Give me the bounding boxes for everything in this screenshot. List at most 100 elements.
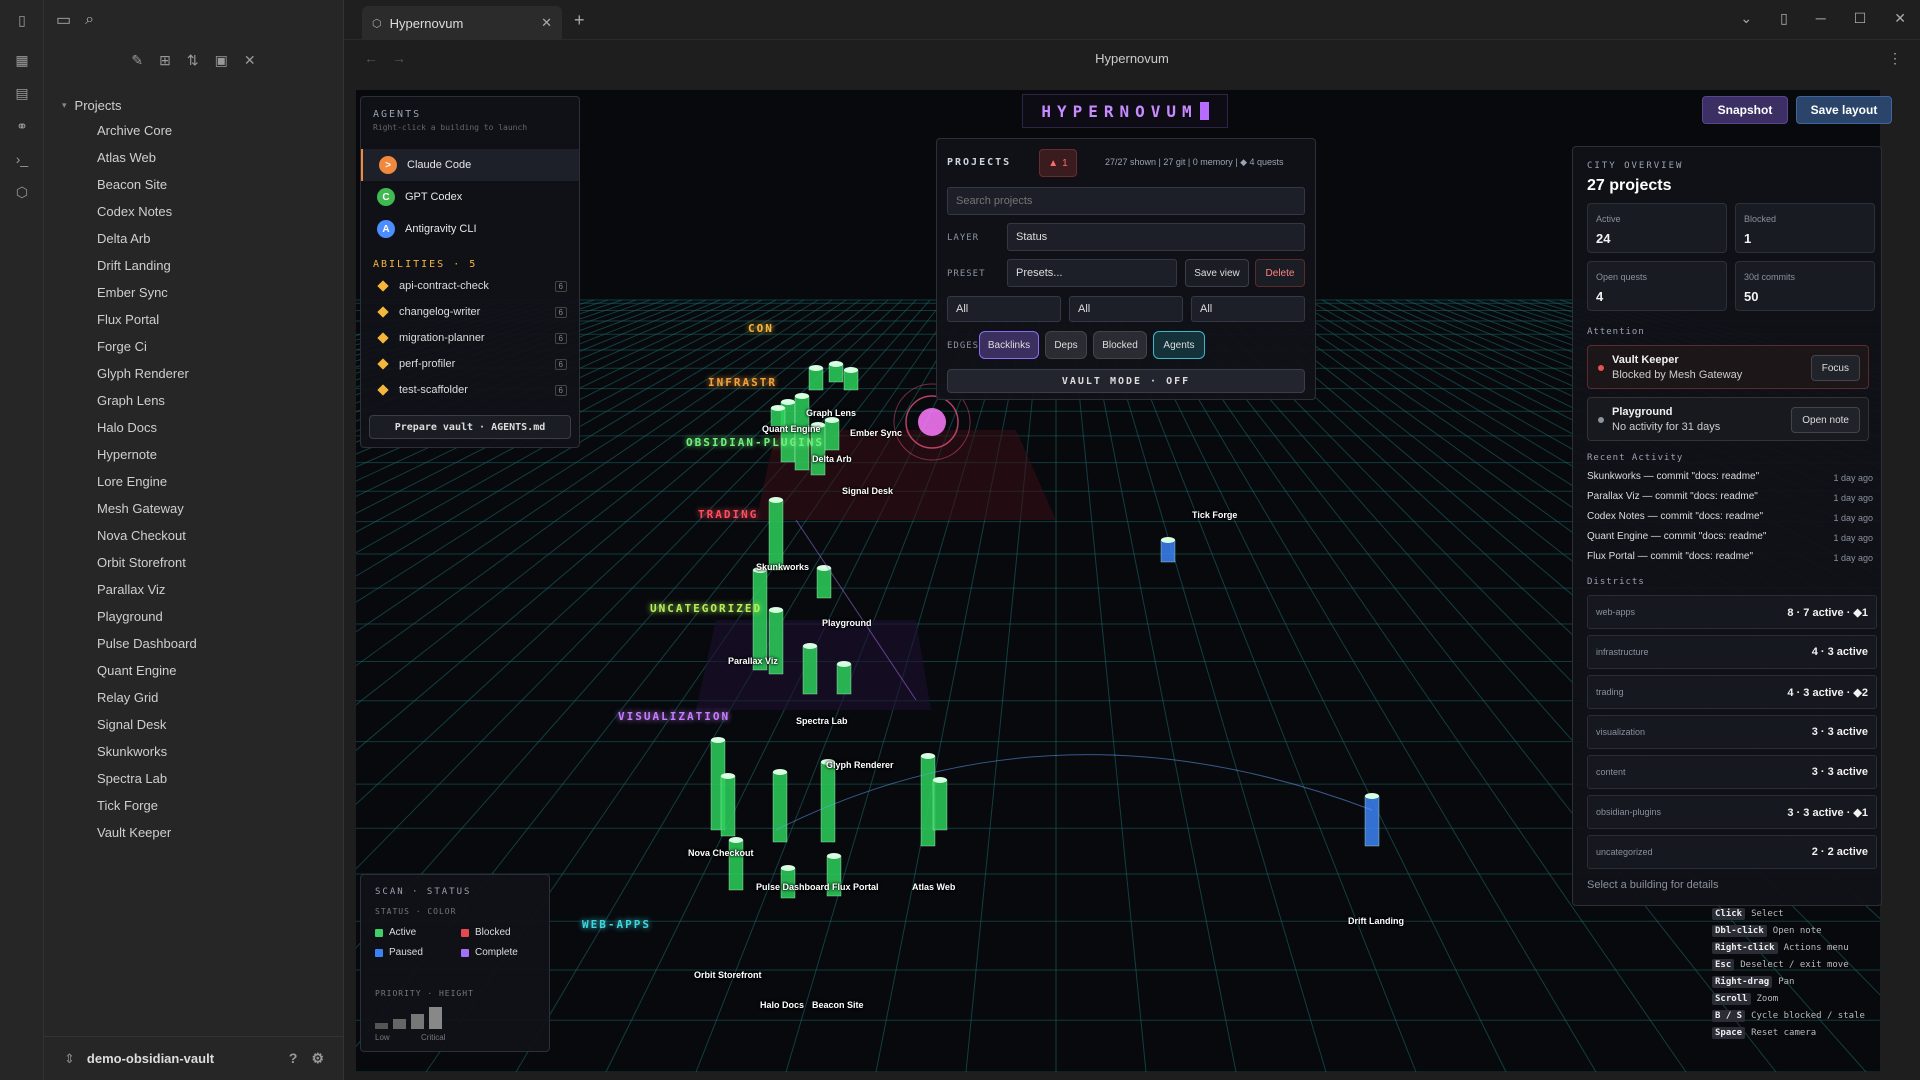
- gear-icon[interactable]: ⚙: [311, 1050, 324, 1067]
- cube-icon[interactable]: ⬡: [12, 182, 32, 202]
- sidebar-item[interactable]: Codex Notes: [97, 198, 337, 225]
- filter-select-2[interactable]: All: [1069, 296, 1183, 322]
- ability-item[interactable]: test-scaffolder 6: [361, 377, 579, 403]
- folder-projects[interactable]: ▾ Projects: [62, 98, 343, 113]
- district-row[interactable]: uncategorized 2 · 2 active: [1587, 835, 1877, 869]
- graph-icon[interactable]: ⚭: [12, 116, 32, 136]
- terminal-icon[interactable]: ›_: [12, 149, 32, 169]
- activity-item[interactable]: Quant Engine — commit "docs: readme" 1 da…: [1587, 531, 1877, 551]
- preset-select[interactable]: Presets...: [1007, 259, 1177, 287]
- edge-deps-toggle[interactable]: Deps: [1045, 331, 1087, 359]
- sidebar-item[interactable]: Archive Core: [97, 117, 337, 144]
- agent-item[interactable]: > Claude Code: [361, 149, 579, 181]
- building[interactable]: [802, 643, 818, 695]
- tab-close-icon[interactable]: ✕: [541, 15, 552, 31]
- district-row[interactable]: infrastructure 4 · 3 active: [1587, 635, 1877, 669]
- sidebar-item[interactable]: Pulse Dashboard: [97, 630, 337, 657]
- ability-item[interactable]: perf-profiler 6: [361, 351, 579, 377]
- layout-icon[interactable]: ▯: [1780, 10, 1788, 27]
- building-label[interactable]: Glyph Renderer: [826, 760, 894, 770]
- agent-item[interactable]: A Antigravity CLI: [361, 213, 579, 245]
- building[interactable]: [770, 405, 786, 427]
- vault-switcher[interactable]: ⇕ demo-obsidian-vault ? ⚙: [44, 1036, 344, 1080]
- sidebar-item[interactable]: Delta Arb: [97, 225, 337, 252]
- district-row[interactable]: obsidian-plugins 3 · 3 active · ◆1: [1587, 795, 1877, 829]
- sidebar-item[interactable]: Forge Ci: [97, 333, 337, 360]
- building-label[interactable]: Signal Desk: [842, 486, 893, 496]
- building-label[interactable]: Spectra Lab: [796, 716, 848, 726]
- building[interactable]: [828, 361, 844, 383]
- building-label[interactable]: Atlas Web: [912, 882, 955, 892]
- open-note-button[interactable]: Open note: [1791, 407, 1860, 433]
- building-label[interactable]: Quant Engine: [762, 424, 821, 434]
- alert-badge[interactable]: ▲ 1: [1039, 149, 1077, 177]
- building-label[interactable]: Pulse Dashboard: [756, 882, 830, 892]
- building-label[interactable]: Halo Docs: [760, 1000, 804, 1010]
- building[interactable]: [752, 567, 768, 671]
- new-folder-icon[interactable]: ⊞: [159, 52, 171, 69]
- sidebar-item[interactable]: Flux Portal: [97, 306, 337, 333]
- sidebar-item[interactable]: Drift Landing: [97, 252, 337, 279]
- snapshot-button[interactable]: Snapshot: [1702, 96, 1788, 124]
- activity-item[interactable]: Skunkworks — commit "docs: readme" 1 day …: [1587, 471, 1877, 491]
- district-row[interactable]: content 3 · 3 active: [1587, 755, 1877, 789]
- building[interactable]: [836, 661, 852, 695]
- search-projects-input[interactable]: [947, 187, 1305, 215]
- building-label[interactable]: Nova Checkout: [688, 848, 754, 858]
- building[interactable]: [768, 497, 784, 571]
- building-label[interactable]: Ember Sync: [850, 428, 902, 438]
- building-label[interactable]: Skunkworks: [756, 562, 809, 572]
- building-label[interactable]: Flux Portal: [832, 882, 879, 892]
- building-label[interactable]: Playground: [822, 618, 872, 628]
- building-label[interactable]: Orbit Storefront: [694, 970, 762, 980]
- activity-item[interactable]: Parallax Viz — commit "docs: readme" 1 da…: [1587, 491, 1877, 511]
- save-layout-button[interactable]: Save layout: [1796, 96, 1892, 124]
- filter-select-3[interactable]: All: [1191, 296, 1305, 322]
- district-row[interactable]: web-apps 8 · 7 active · ◆1: [1587, 595, 1877, 629]
- ability-item[interactable]: migration-planner 6: [361, 325, 579, 351]
- sidebar-item[interactable]: Spectra Lab: [97, 765, 337, 792]
- building-label[interactable]: Parallax Viz: [728, 656, 778, 666]
- sort-icon[interactable]: ⇅: [187, 52, 199, 69]
- ability-item[interactable]: api-contract-check 6: [361, 273, 579, 299]
- sidebar-item[interactable]: Relay Grid: [97, 684, 337, 711]
- filter-select-1[interactable]: All: [947, 296, 1061, 322]
- prepare-vault-button[interactable]: Prepare vault · AGENTS.md: [369, 415, 571, 439]
- sidebar-item[interactable]: Signal Desk: [97, 711, 337, 738]
- building[interactable]: [772, 769, 788, 843]
- attention-item[interactable]: Playground No activity for 31 days Open no…: [1587, 397, 1869, 441]
- sidebar-item[interactable]: Quant Engine: [97, 657, 337, 684]
- delete-button[interactable]: Delete: [1255, 259, 1305, 287]
- ability-item[interactable]: changelog-writer 6: [361, 299, 579, 325]
- sidebar-item[interactable]: Parallax Viz: [97, 576, 337, 603]
- edge-agents-toggle[interactable]: Agents: [1153, 331, 1205, 359]
- sidebar-item[interactable]: Graph Lens: [97, 387, 337, 414]
- more-options-icon[interactable]: ⋮: [1888, 50, 1902, 67]
- agent-item[interactable]: C GPT Codex: [361, 181, 579, 213]
- sidebar-item[interactable]: Beacon Site: [97, 171, 337, 198]
- sidebar-item[interactable]: Nova Checkout: [97, 522, 337, 549]
- window-close-icon[interactable]: ✕: [1894, 10, 1906, 27]
- district-row[interactable]: trading 4 · 3 active · ◆2: [1587, 675, 1877, 709]
- new-note-icon[interactable]: ✎: [131, 52, 143, 69]
- search-icon[interactable]: ⌕: [85, 11, 94, 29]
- sidebar-item[interactable]: Atlas Web: [97, 144, 337, 171]
- help-icon[interactable]: ?: [289, 1050, 298, 1067]
- activity-item[interactable]: Flux Portal — commit "docs: readme" 1 day…: [1587, 551, 1877, 571]
- new-tab-icon[interactable]: +: [574, 10, 585, 31]
- folder-icon[interactable]: ▭: [56, 10, 71, 30]
- sidebar-item[interactable]: Playground: [97, 603, 337, 630]
- building[interactable]: [728, 837, 744, 891]
- building[interactable]: [808, 365, 824, 391]
- sidebar-item[interactable]: Halo Docs: [97, 414, 337, 441]
- maximize-icon[interactable]: ☐: [1854, 10, 1867, 27]
- attention-item[interactable]: Vault Keeper Blocked by Mesh Gateway Focus: [1587, 345, 1869, 389]
- collapse-icon[interactable]: ▣: [215, 52, 228, 69]
- building-label[interactable]: Tick Forge: [1192, 510, 1237, 520]
- activity-item[interactable]: Codex Notes — commit "docs: readme" 1 day…: [1587, 511, 1877, 531]
- sidebar-item[interactable]: Orbit Storefront: [97, 549, 337, 576]
- focus-button[interactable]: Focus: [1810, 355, 1860, 381]
- sidebar-item[interactable]: Lore Engine: [97, 468, 337, 495]
- building[interactable]: [1160, 537, 1176, 563]
- sidebar-item[interactable]: Glyph Renderer: [97, 360, 337, 387]
